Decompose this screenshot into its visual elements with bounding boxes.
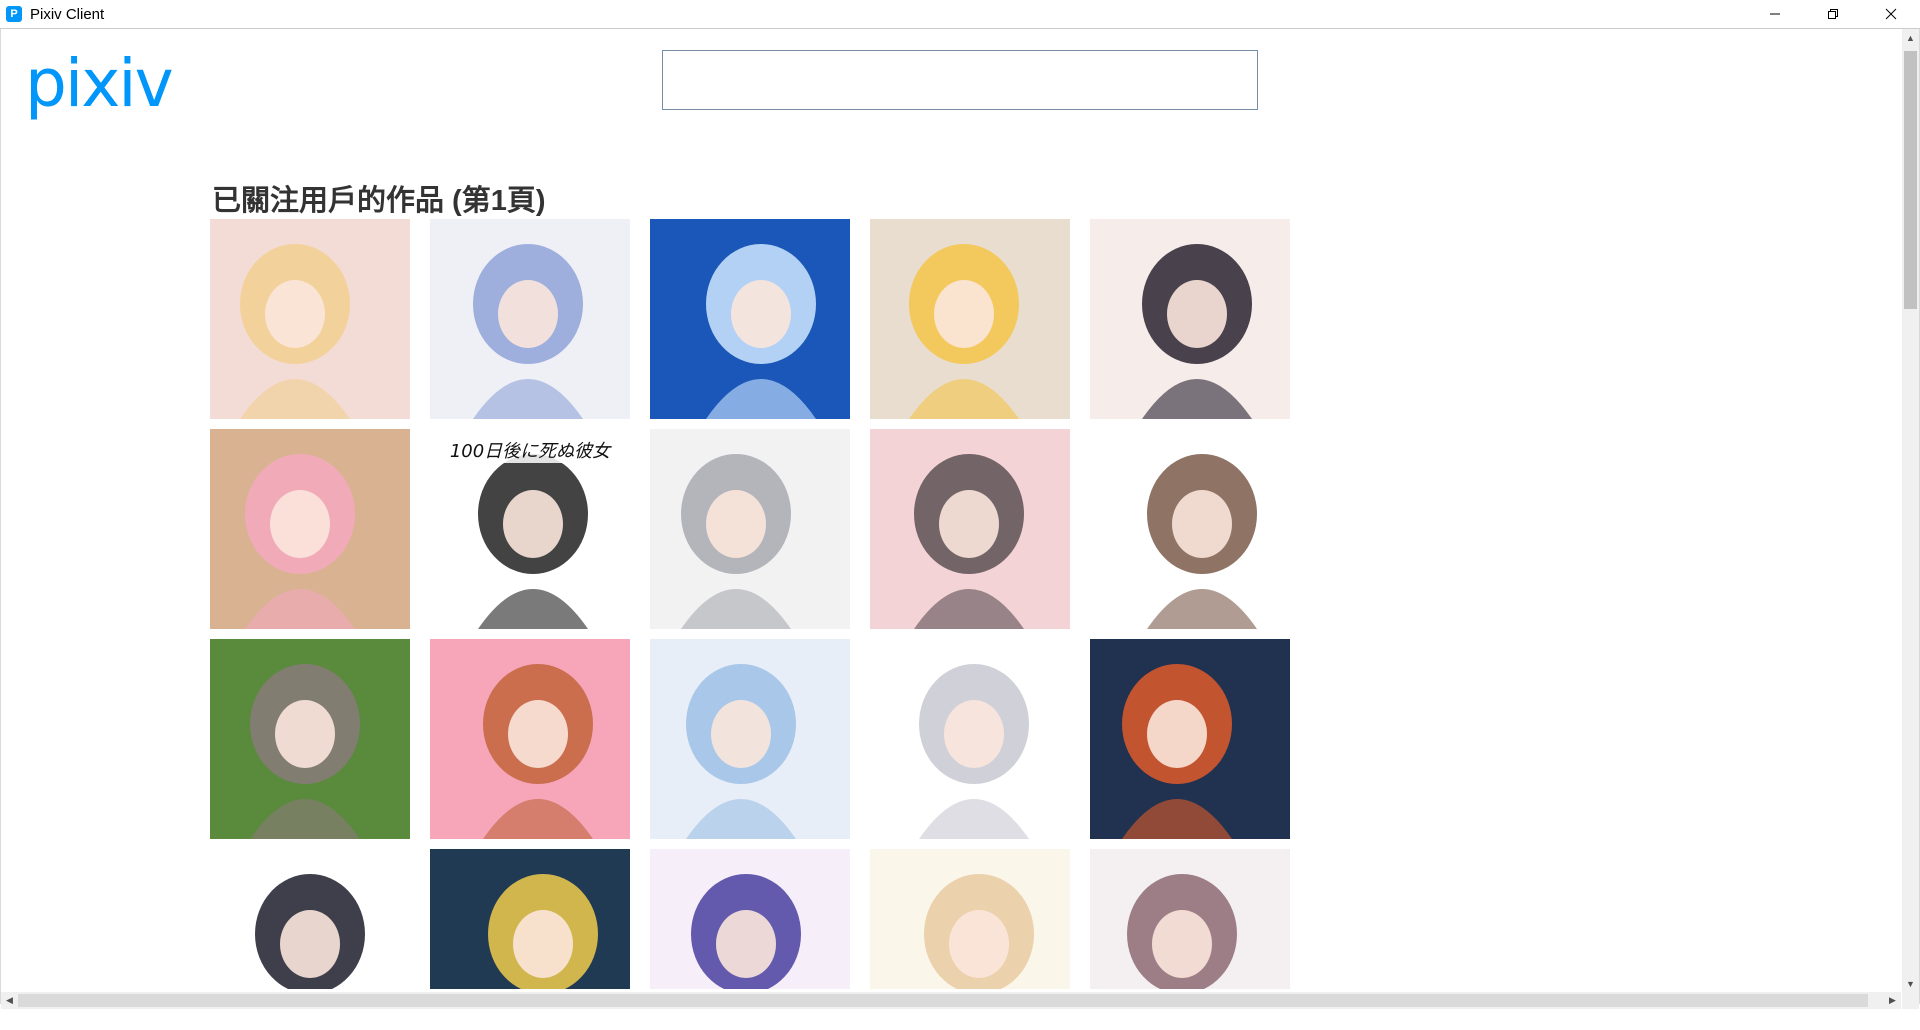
artwork-thumbnail-anime-girl-salute[interactable] [1090, 429, 1290, 629]
section-title: 已關注用戶的作品 (第1頁) [212, 185, 546, 217]
scroll-left-icon[interactable]: ◀ [1, 992, 18, 1009]
artwork-thumbnail-anime-girl-dark-hair[interactable] [210, 849, 410, 989]
restore-icon [1828, 9, 1838, 19]
pixiv-logo[interactable]: pixiv [25, 49, 174, 119]
artwork-thumbnail-anime-girl-white-hair-food[interactable] [650, 639, 850, 839]
artwork-thumbnail-manga-page-color[interactable] [1090, 849, 1290, 989]
artwork-thumbnail-anime-girl-blue-hair[interactable] [430, 219, 630, 419]
artwork-thumbnail-anime-girl-white-cat-ears[interactable] [870, 639, 1070, 839]
artwork-thumbnail-anime-girls-group[interactable] [210, 219, 410, 419]
horizontal-scroll-thumb[interactable] [18, 994, 1868, 1007]
thumbnail-grid: 100日後に死ぬ彼女 [210, 219, 1290, 989]
scrollbar-corner [1902, 992, 1919, 1009]
window-title: Pixiv Client [30, 5, 105, 23]
pixiv-icon: P [6, 6, 22, 22]
horizontal-scrollbar[interactable]: ◀ ▶ [1, 992, 1901, 1009]
search-input[interactable] [662, 50, 1258, 110]
artwork-thumbnail-anime-girl-black-cat-ears[interactable] [1090, 219, 1290, 419]
restore-button[interactable] [1804, 0, 1862, 28]
vertical-scrollbar[interactable]: ▲ ▼ [1902, 29, 1919, 992]
artwork-thumbnail-starry-crescent-moon[interactable] [650, 219, 850, 419]
vertical-scroll-thumb[interactable] [1904, 51, 1917, 309]
close-button[interactable] [1862, 0, 1920, 28]
scroll-right-icon[interactable]: ▶ [1884, 992, 1901, 1009]
close-icon [1885, 8, 1897, 20]
title-bar: P Pixiv Client [0, 0, 1920, 29]
minimize-button[interactable] [1746, 0, 1804, 28]
artwork-thumbnail-anime-girl-pink-hoodie-cat[interactable] [210, 429, 410, 629]
artwork-thumbnail-night-sky-sunset-girl[interactable] [1090, 639, 1290, 839]
artwork-thumbnail-anime-girl-cow-bikini[interactable] [430, 639, 630, 839]
thumbnail-caption: 100日後に死ぬ彼女 [430, 437, 630, 463]
scroll-up-icon[interactable]: ▲ [1902, 29, 1919, 46]
artwork-thumbnail-anime-girl-grey-hair[interactable] [650, 429, 850, 629]
artwork-thumbnail-snack-boxes[interactable] [870, 849, 1070, 989]
artwork-thumbnail-manga-blonde-girl[interactable] [430, 849, 630, 989]
artwork-thumbnail-anime-girls-kitchen[interactable] [870, 219, 1070, 419]
client-area: pixiv 已關注用戶的作品 (第1頁) 100日後に死ぬ彼女 [0, 29, 1920, 1004]
artwork-thumbnail-anime-girl-sailor-uniform[interactable] [870, 429, 1070, 629]
minimize-icon [1770, 13, 1780, 15]
scroll-down-icon[interactable]: ▼ [1902, 975, 1919, 992]
artwork-thumbnail-manga-page[interactable]: 100日後に死ぬ彼女 [430, 429, 630, 629]
artwork-thumbnail-anime-girls-forest[interactable] [210, 639, 410, 839]
artwork-thumbnail-anime-girl-purple-hair[interactable] [650, 849, 850, 989]
